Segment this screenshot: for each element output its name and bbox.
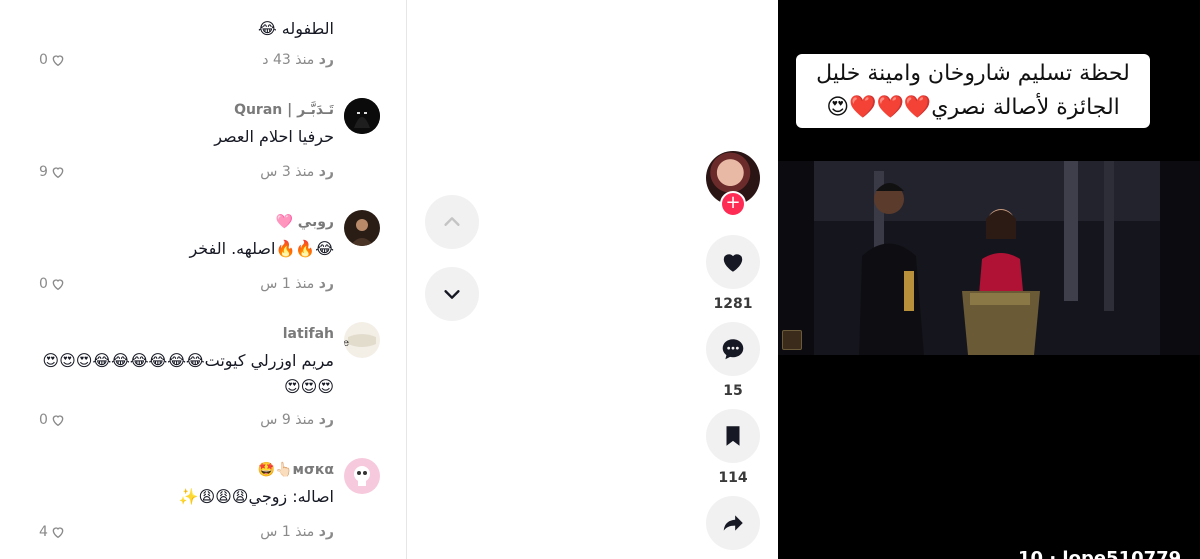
share-button[interactable] <box>706 496 760 550</box>
reply-button[interactable]: رد <box>319 52 334 68</box>
comment-item: Hope latifah مريم اوزرلي كيوتت😂😂😂😂😂😂😍😍😍😍… <box>0 320 406 436</box>
comment-meta: رد منذ 9 س <box>250 410 334 430</box>
comment-meta: رد منذ 3 س <box>250 162 334 182</box>
comment-time: منذ 1 س <box>260 524 315 540</box>
heart-outline-icon <box>52 55 64 67</box>
comment-item: мσкα👆🏻🤩 اصاله: زوجي😩😩😩✨ رد منذ 1 س 4 <box>0 456 406 559</box>
comment-like-count: 0 <box>39 276 48 292</box>
avatar[interactable] <box>344 458 380 494</box>
save-button[interactable] <box>706 409 760 463</box>
video-scene <box>814 161 1160 355</box>
avatar-image <box>344 210 380 246</box>
avatar[interactable]: Hope <box>344 322 380 358</box>
follow-plus-icon[interactable]: + <box>720 191 746 217</box>
chevron-up-icon <box>444 217 460 226</box>
comment-username[interactable]: latifah <box>14 324 334 344</box>
avatar-image <box>344 458 380 494</box>
comment-like-count: 9 <box>39 164 48 180</box>
comment-username[interactable]: روبي 🩷 <box>14 212 335 232</box>
comment-username[interactable]: мσкα👆🏻🤩 <box>14 460 334 480</box>
previous-video-button[interactable] <box>425 195 479 249</box>
comment-item: روبي 🩷 😂🔥🔥اصلهه. الفخر رد منذ 1 س 0 <box>0 208 406 298</box>
comment-like-button[interactable]: 4 <box>39 522 66 542</box>
comment-item: الطفوله 😂 رد منذ 43 د 0 <box>0 0 406 80</box>
video-bottom-overlay: 10 · lope510779 <box>1018 548 1182 559</box>
caption-line-2: الجائزة لأصالة نصري❤️❤️❤️😍 <box>826 95 1120 120</box>
comment-text: اصاله: زوجي😩😩😩✨ <box>178 487 334 506</box>
heart-outline-icon <box>52 167 64 179</box>
next-video-button[interactable] <box>425 267 479 321</box>
heart-outline-icon <box>52 415 64 427</box>
avatar[interactable] <box>344 210 380 246</box>
save-count: 114 <box>718 470 748 486</box>
comment-like-count: 0 <box>39 52 48 68</box>
comment-meta: رد منذ 1 س <box>250 274 334 294</box>
comment-like-button[interactable]: 0 <box>39 50 66 70</box>
video-caption: لحظة تسليم شاروخان وامينة خليل الجائزة ل… <box>796 54 1150 128</box>
awards-stage-illustration <box>814 161 1160 355</box>
comment-like-button[interactable]: 0 <box>39 274 66 294</box>
comment-item: تَـدَبَّـر | Quran حرفيا احلام العصر رد … <box>0 96 406 186</box>
comment-time: منذ 9 س <box>260 412 315 428</box>
heart-outline-icon <box>52 279 64 291</box>
heart-outline-icon <box>52 527 64 539</box>
comment-time: منذ 3 س <box>260 164 315 180</box>
comment-meta: رد منذ 43 د <box>252 50 334 70</box>
comment-like-count: 4 <box>39 524 48 540</box>
comment-time: منذ 1 س <box>260 276 315 292</box>
avatar[interactable] <box>344 98 380 134</box>
video-thumbnail[interactable] <box>782 330 802 350</box>
reply-button[interactable]: رد <box>319 412 334 428</box>
caption-line-1: لحظة تسليم شاروخان وامينة خليل <box>816 61 1130 86</box>
video-frame <box>778 161 1200 355</box>
comment-text: مريم اوزرلي كيوتت😂😂😂😂😂😂😍😍😍😍😍😍 <box>42 351 334 396</box>
comment-like-button[interactable]: 0 <box>39 410 66 430</box>
comment-bubble-icon <box>722 339 744 360</box>
comment-text: 😂🔥🔥اصلهه. الفخر <box>189 239 334 258</box>
avatar-image <box>344 98 380 134</box>
video-player[interactable]: لحظة تسليم شاروخان وامينة خليل الجائزة ل… <box>778 0 1200 559</box>
reply-button[interactable]: رد <box>319 164 334 180</box>
svg-text:Hope: Hope <box>344 338 349 349</box>
comment-like-count: 0 <box>39 412 48 428</box>
reply-button[interactable]: رد <box>319 276 334 292</box>
like-button[interactable] <box>706 235 760 289</box>
comment-count: 15 <box>723 383 743 399</box>
avatar-image: Hope <box>344 322 380 358</box>
comment-username[interactable]: تَـدَبَّـر | Quran <box>14 100 334 120</box>
comments-panel: الطفوله 😂 رد منذ 43 د 0 تَـدَبَّـر | Qur… <box>0 0 407 559</box>
comment-meta: رد منذ 1 س <box>250 522 334 542</box>
reply-button[interactable]: رد <box>319 524 334 540</box>
chevron-down-icon <box>444 290 460 299</box>
comment-button[interactable] <box>706 322 760 376</box>
comment-time: منذ 43 د <box>262 52 315 68</box>
page: الطفوله 😂 رد منذ 43 د 0 تَـدَبَّـر | Qur… <box>0 0 1200 559</box>
like-count: 1281 <box>713 296 753 312</box>
comment-text: حرفيا احلام العصر <box>214 127 334 146</box>
bookmark-icon <box>726 426 740 446</box>
share-arrow-icon <box>723 515 743 531</box>
comment-text: الطفوله 😂 <box>257 19 334 38</box>
heart-icon <box>723 254 743 272</box>
comment-like-button[interactable]: 9 <box>39 162 66 182</box>
